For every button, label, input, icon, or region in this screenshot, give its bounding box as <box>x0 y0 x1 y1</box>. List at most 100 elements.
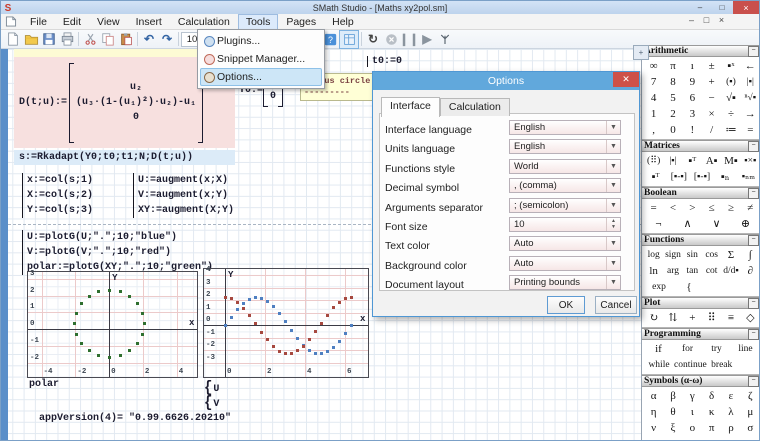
palette-header-functions[interactable]: Functions− <box>642 234 760 246</box>
stop-button[interactable] <box>382 31 400 48</box>
palette-button[interactable]: cos <box>702 248 721 262</box>
menu-item-options[interactable]: Options... <box>200 68 322 86</box>
cut-button[interactable] <box>81 31 99 48</box>
paste-button[interactable] <box>117 31 135 48</box>
palette-button[interactable]: ≤ <box>702 201 721 215</box>
collapse-icon[interactable]: − <box>748 329 759 340</box>
copy-button[interactable] <box>99 31 117 48</box>
menu-view[interactable]: View <box>89 14 128 30</box>
dialog-title-bar[interactable]: Options <box>373 72 639 90</box>
palette-button[interactable]: γ <box>683 389 702 403</box>
chevron-down-icon[interactable]: ▼ <box>606 121 620 134</box>
palette-button[interactable]: + <box>702 75 721 89</box>
palette-header-programming[interactable]: Programming− <box>642 328 760 340</box>
palette-button[interactable]: κ <box>702 405 721 419</box>
palette-header-symbols-[interactable]: Symbols (α-ω)− <box>642 375 760 387</box>
menu-file[interactable]: File <box>22 14 55 30</box>
palette-button[interactable]: ⁿ√▪ <box>741 91 760 105</box>
combo-functions-style[interactable]: World▼ <box>509 159 621 174</box>
menu-help[interactable]: Help <box>324 14 362 30</box>
formula-col-block[interactable]: x:=col(s;1) X:=col(s;2) Y:=col(s;3) <box>22 173 93 218</box>
palette-button[interactable]: ▪ˣ <box>721 59 740 73</box>
palette-button[interactable]: ≠ <box>741 201 760 215</box>
collapse-icon[interactable]: − <box>748 141 759 152</box>
spinner-arrows[interactable]: ▲▼ <box>606 218 620 231</box>
chevron-down-icon[interactable]: ▼ <box>606 276 620 289</box>
palette-button[interactable]: if <box>644 342 673 356</box>
collapse-icon[interactable]: − <box>748 235 759 246</box>
palette-button[interactable]: ε <box>721 389 740 403</box>
palette-button[interactable]: ¬ <box>644 217 673 231</box>
palette-button[interactable]: > <box>683 201 702 215</box>
chevron-down-icon[interactable]: ▼ <box>606 160 620 173</box>
palette-button[interactable]: ≡ <box>721 311 740 325</box>
mdi-close-button[interactable]: × <box>714 15 729 25</box>
palette-button[interactable]: η <box>644 405 663 419</box>
palette-button[interactable]: × <box>702 107 721 121</box>
palette-button[interactable]: λ <box>721 405 740 419</box>
palette-button[interactable]: 3 <box>683 107 702 121</box>
palette-button[interactable]: 7 <box>644 75 663 89</box>
chevron-down-icon[interactable]: ▼ <box>606 179 620 192</box>
palette-button[interactable]: while <box>644 358 674 372</box>
palette-button[interactable]: [▪-▪] <box>667 170 690 184</box>
palette-button[interactable]: ı <box>683 59 702 73</box>
palette-button[interactable]: ν <box>644 421 663 435</box>
palette-button[interactable]: φ <box>683 437 702 441</box>
combo-background-color[interactable]: Auto▼ <box>509 256 621 271</box>
palette-button[interactable]: ∫ <box>741 248 760 262</box>
palette-button[interactable]: ∨ <box>702 217 731 231</box>
palette-button[interactable]: ÷ <box>721 107 740 121</box>
palette-button[interactable]: |▪| <box>741 75 760 89</box>
palette-header-plot[interactable]: Plot− <box>642 297 760 309</box>
palette-button[interactable]: ζ <box>741 389 760 403</box>
palette-button[interactable]: μ <box>741 405 760 419</box>
dialog-close-button[interactable]: ✕ <box>613 72 639 87</box>
combo-interface-language[interactable]: English▼ <box>509 120 621 135</box>
palette-button[interactable]: ↻ <box>644 311 663 325</box>
palette-button[interactable]: (▪) <box>721 75 740 89</box>
palette-button[interactable]: ⠿ <box>702 311 721 325</box>
minimize-button[interactable]: – <box>689 1 711 14</box>
palette-button[interactable]: ∞ <box>644 59 663 73</box>
recalculate-button[interactable]: ↻ <box>364 31 382 48</box>
open-file-button[interactable] <box>22 31 40 48</box>
palette-button[interactable]: ! <box>683 123 702 137</box>
insert-unit-button[interactable] <box>436 31 454 48</box>
palette-button[interactable]: ο <box>683 421 702 435</box>
collapse-icon[interactable]: − <box>748 188 759 199</box>
palette-button[interactable]: β <box>663 389 682 403</box>
palette-button[interactable]: A▪ <box>702 154 721 168</box>
palette-button[interactable]: ∧ <box>673 217 702 231</box>
mdi-restore-button[interactable]: □ <box>699 15 714 25</box>
palette-button[interactable]: + <box>683 311 702 325</box>
new-document-button[interactable] <box>4 31 22 48</box>
palette-button[interactable]: 9 <box>683 75 702 89</box>
menu-pages[interactable]: Pages <box>278 14 324 30</box>
maximize-button[interactable]: □ <box>711 1 733 14</box>
uv-plot[interactable]: 024643210-1-2-3Yx <box>203 268 369 378</box>
palette-button[interactable]: ω <box>741 437 760 441</box>
menu-item-snippet-manager[interactable]: Snippet Manager... <box>200 50 322 68</box>
palette-button[interactable]: continue <box>674 358 707 372</box>
palette-button[interactable]: 6 <box>683 91 702 105</box>
font-size-spinner[interactable]: 10▲▼ <box>509 217 621 232</box>
combo-text-color[interactable]: Auto▼ <box>509 236 621 251</box>
palette-button[interactable]: ▪ᵀ <box>683 154 702 168</box>
chevron-down-icon[interactable]: ▼ <box>606 199 620 212</box>
palette-button[interactable]: [▪-▪] <box>690 170 713 184</box>
pause-button[interactable]: ❙❙ <box>400 31 418 48</box>
palette-button[interactable]: ⇅ <box>663 311 682 325</box>
combo-arguments-separator[interactable]: ; (semicolon)▼ <box>509 198 621 213</box>
palette-button[interactable]: 2 <box>663 107 682 121</box>
palette-button[interactable]: τ <box>644 437 663 441</box>
palette-button[interactable]: 8 <box>663 75 682 89</box>
polar-plot[interactable]: -4-20243210-1-2Yx <box>27 271 198 378</box>
palette-button[interactable]: χ <box>702 437 721 441</box>
palette-button[interactable]: < <box>663 201 682 215</box>
palette-header-matrices[interactable]: Matrices− <box>642 140 760 152</box>
palette-button[interactable]: for <box>673 342 702 356</box>
palette-button[interactable]: sign <box>663 248 682 262</box>
menu-calculation[interactable]: Calculation <box>170 14 238 30</box>
palette-button[interactable]: ≔ <box>721 123 740 137</box>
